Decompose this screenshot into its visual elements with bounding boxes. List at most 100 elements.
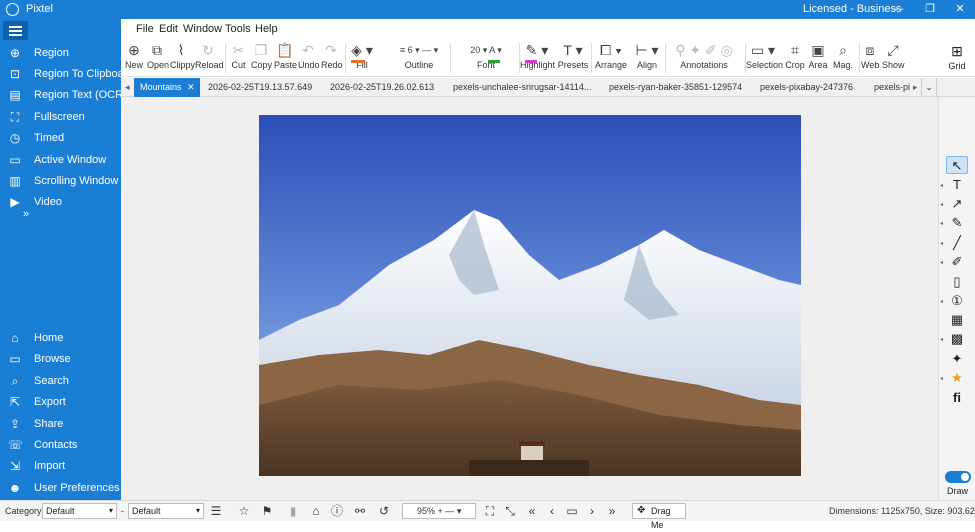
annotations-group[interactable]: ⚲ ✦ ✐ ◎ Annotations (667, 41, 741, 70)
open-button[interactable]: ⧉ Open (147, 41, 169, 70)
menu-file[interactable]: File (136, 23, 154, 35)
page-icon[interactable]: ▭ (565, 504, 579, 518)
highlight-dropdown[interactable]: ✎ ▾ Highlight (520, 41, 555, 70)
pointer-icon[interactable]: ↖ (946, 156, 968, 174)
magic-icon[interactable]: ✦ (946, 350, 968, 368)
tab-item[interactable]: pexels-ryan-baker-35851-129574 (609, 78, 742, 97)
note-icon[interactable]: ▯ (946, 273, 968, 291)
sidebar-item-video[interactable]: ▶ Video (0, 192, 121, 212)
sidebar-item-import[interactable]: ⇲ Import (0, 456, 121, 476)
flag-icon[interactable]: ⚑ (260, 504, 274, 518)
tag-icon[interactable]: ⌂ (309, 504, 323, 518)
tab-list-chevron-icon[interactable]: ⌄ (921, 78, 937, 97)
sidebar-item-active-window[interactable]: ▭ Active Window (0, 150, 121, 170)
undo-button[interactable]: ↶ Undo (298, 41, 320, 70)
magnify-button[interactable]: ⌕ Mag. (831, 41, 855, 70)
menu-window[interactable]: Window (183, 23, 222, 35)
clippy-button[interactable]: ⌇ Clippy (170, 41, 195, 70)
text-tool-icon[interactable]: T (946, 176, 968, 194)
sidebar-more-chevron-icon[interactable]: » (23, 208, 29, 220)
star-outline-icon[interactable]: ☆ (237, 504, 251, 518)
minimize-button[interactable]: — (883, 1, 913, 18)
selection-dropdown[interactable]: ▭ ▾ Selection (746, 41, 783, 70)
line-width-icon: ≡ (399, 45, 408, 55)
menu-edit[interactable]: Edit (159, 23, 178, 35)
tab-item[interactable]: pexels-pixabay-247376 (760, 78, 853, 97)
sidebar-item-region-text-ocr[interactable]: ▤ Region Text (OCR) (0, 85, 126, 105)
search-icon: ⌕ (11, 374, 19, 388)
tab-item[interactable]: pexels-unchalee-srirugsar-14114... (453, 78, 591, 97)
arrow-tool-icon[interactable]: ↗ (946, 195, 968, 213)
sidebar-item-user-preferences[interactable]: ☻ User Preferences (0, 478, 121, 498)
star-icon[interactable]: ★ (946, 369, 968, 387)
history-icon[interactable]: ↺ (377, 504, 391, 518)
chevron-down-icon: ▾ (456, 506, 462, 516)
zoom-control[interactable]: 95% + — ▾ (402, 503, 476, 519)
font-effect-icon[interactable]: fi (946, 389, 968, 407)
tab-item[interactable]: 2026-02-25T19.26.02.613 (330, 78, 434, 97)
sidebar-item-region-to-clipboard[interactable]: ⊡ Region To Clipboard (0, 64, 134, 84)
bookmark-icon[interactable]: ▮ (286, 504, 300, 518)
drag-me-button[interactable]: ✥ Drag Me (632, 503, 686, 530)
outline-controls[interactable]: ≡ 6 ▾ — ▾ Outline (386, 41, 452, 70)
last-page-icon[interactable]: » (605, 504, 619, 518)
font-controls[interactable]: 20 ▾ A ▾ Font (452, 41, 520, 70)
step-counter-icon[interactable]: ① (946, 292, 968, 310)
close-button[interactable]: ✕ (945, 1, 975, 18)
tab-scroll-right-icon[interactable]: ▸ (913, 78, 918, 97)
hamburger-menu-icon[interactable] (3, 21, 28, 40)
tab-item[interactable]: 2026-02-25T19.13.57.649 (208, 78, 312, 97)
blur-icon[interactable]: ▩ (946, 330, 968, 348)
align-dropdown[interactable]: ⊢ ▾ Align (631, 41, 663, 70)
link-icon[interactable]: ⚯ (353, 504, 367, 518)
preset-select[interactable]: Default ▾ (128, 503, 204, 519)
menu-help[interactable]: Help (255, 23, 278, 35)
info-icon[interactable]: ⓘ (330, 504, 344, 518)
sticker-icon[interactable]: ▦ (946, 311, 968, 329)
category-select[interactable]: Default ▾ (42, 503, 117, 519)
next-icon[interactable]: › (585, 504, 599, 518)
sidebar-item-scrolling-window[interactable]: ▥ Scrolling Window (0, 171, 121, 191)
show-button[interactable]: ⤢ Show (882, 41, 905, 70)
sidebar-item-fullscreen[interactable]: ⛶ Fullscreen (0, 107, 121, 127)
sidebar-item-share[interactable]: ⇪ Share (0, 414, 121, 434)
reload-button[interactable]: ↻ Reload (195, 41, 224, 70)
paste-button[interactable]: 📋 Paste (274, 41, 297, 70)
sidebar-item-region[interactable]: ⊕ Region (0, 43, 121, 63)
sidebar-item-browse[interactable]: ▭ Browse (0, 349, 121, 369)
web-button[interactable]: ⧈ Web (861, 41, 879, 70)
grid-button[interactable]: ⊞ Grid (939, 39, 975, 77)
presets-dropdown[interactable]: T ▾ Presets (557, 41, 589, 70)
area-button[interactable]: ▣ Area (808, 41, 828, 70)
new-button[interactable]: ⊕ New (125, 41, 143, 70)
line-icon[interactable]: ╱ (946, 234, 968, 252)
actual-size-icon[interactable]: ⤡ (503, 504, 517, 518)
chevron-down-icon: ▾ (108, 506, 113, 515)
fill-dropdown[interactable]: ◈ ▾ Fill (347, 41, 377, 70)
copy-button[interactable]: ❐ Copy (251, 41, 272, 70)
previous-icon[interactable]: ‹ (545, 504, 559, 518)
menu-tools[interactable]: Tools (225, 23, 251, 35)
arrange-dropdown[interactable]: ⧠ ▾ Arrange (594, 41, 628, 70)
sidebar-item-search[interactable]: ⌕ Search (0, 371, 121, 391)
tab-scroll-left-icon[interactable]: ◂ (125, 78, 130, 97)
tab-item[interactable]: pexels-pi (874, 78, 911, 97)
cut-button[interactable]: ✂ Cut (231, 41, 246, 70)
redo-button[interactable]: ↷ Redo (321, 41, 343, 70)
fit-icon[interactable]: ⛶ (483, 504, 497, 518)
zoom-out-icon[interactable]: — (445, 506, 457, 516)
sidebar-item-timed[interactable]: ◷ Timed (0, 128, 121, 148)
draw-toggle[interactable] (945, 471, 971, 483)
image-canvas[interactable] (121, 97, 938, 500)
sidebar-item-contacts[interactable]: ☏ Contacts (0, 435, 121, 455)
ribbon-divider (859, 43, 860, 73)
pen-icon[interactable]: ✎ (946, 214, 968, 232)
restore-button[interactable]: ❐ (915, 1, 945, 18)
tab-close-icon[interactable]: ✕ (187, 82, 195, 93)
crop-button[interactable]: ⌗ Crop (785, 41, 805, 70)
first-page-icon[interactable]: « (525, 504, 539, 518)
marker-icon[interactable]: ✐ (946, 253, 968, 271)
list-icon[interactable]: ☰ (209, 504, 223, 518)
sidebar-item-export[interactable]: ⇱ Export (0, 392, 121, 412)
sidebar-item-home[interactable]: ⌂ Home (0, 328, 121, 348)
